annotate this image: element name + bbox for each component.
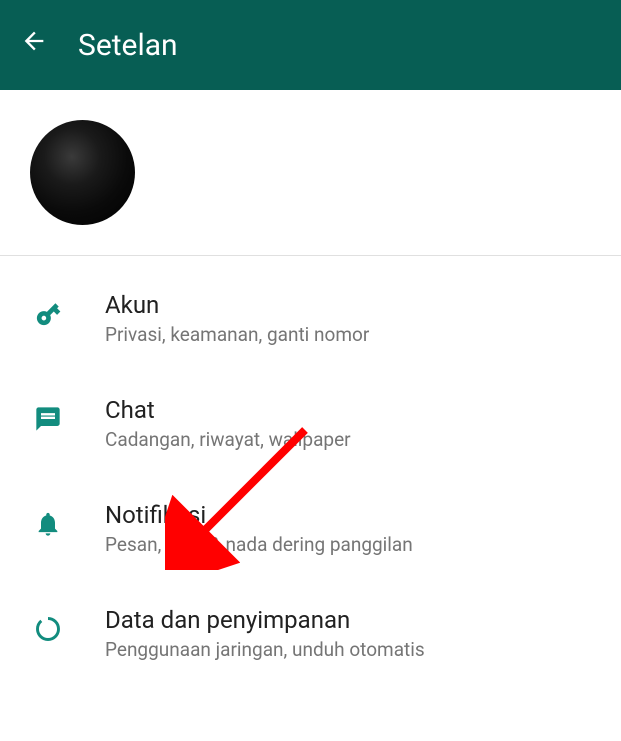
profile-section[interactable] xyxy=(0,90,621,256)
bell-icon xyxy=(30,506,65,541)
menu-item-chat[interactable]: Chat Cadangan, riwayat, wallpaper xyxy=(0,371,621,476)
menu-item-data[interactable]: Data dan penyimpanan Penggunaan jaringan… xyxy=(0,581,621,686)
back-arrow-icon[interactable] xyxy=(20,27,48,63)
page-title: Setelan xyxy=(78,28,178,63)
menu-title-data: Data dan penyimpanan xyxy=(105,606,591,634)
menu-text-data: Data dan penyimpanan Penggunaan jaringan… xyxy=(105,606,591,661)
menu-subtitle-chat: Cadangan, riwayat, wallpaper xyxy=(105,428,591,451)
avatar[interactable] xyxy=(30,120,135,225)
menu-text-notifikasi: Notifikasi Pesan, grup & nada dering pan… xyxy=(105,501,591,556)
menu-title-notifikasi: Notifikasi xyxy=(105,501,591,529)
menu-title-akun: Akun xyxy=(105,291,591,319)
menu-title-chat: Chat xyxy=(105,396,591,424)
menu-subtitle-akun: Privasi, keamanan, ganti nomor xyxy=(105,323,591,346)
menu-text-chat: Chat Cadangan, riwayat, wallpaper xyxy=(105,396,591,451)
data-usage-icon xyxy=(30,611,65,646)
chat-icon xyxy=(30,401,65,436)
menu-text-akun: Akun Privasi, keamanan, ganti nomor xyxy=(105,291,591,346)
menu-item-notifikasi[interactable]: Notifikasi Pesan, grup & nada dering pan… xyxy=(0,476,621,581)
menu-subtitle-notifikasi: Pesan, grup & nada dering panggilan xyxy=(105,533,591,556)
menu-subtitle-data: Penggunaan jaringan, unduh otomatis xyxy=(105,638,591,661)
menu-item-akun[interactable]: Akun Privasi, keamanan, ganti nomor xyxy=(0,266,621,371)
key-icon xyxy=(30,296,65,331)
app-header: Setelan xyxy=(0,0,621,90)
settings-menu: Akun Privasi, keamanan, ganti nomor Chat… xyxy=(0,256,621,686)
